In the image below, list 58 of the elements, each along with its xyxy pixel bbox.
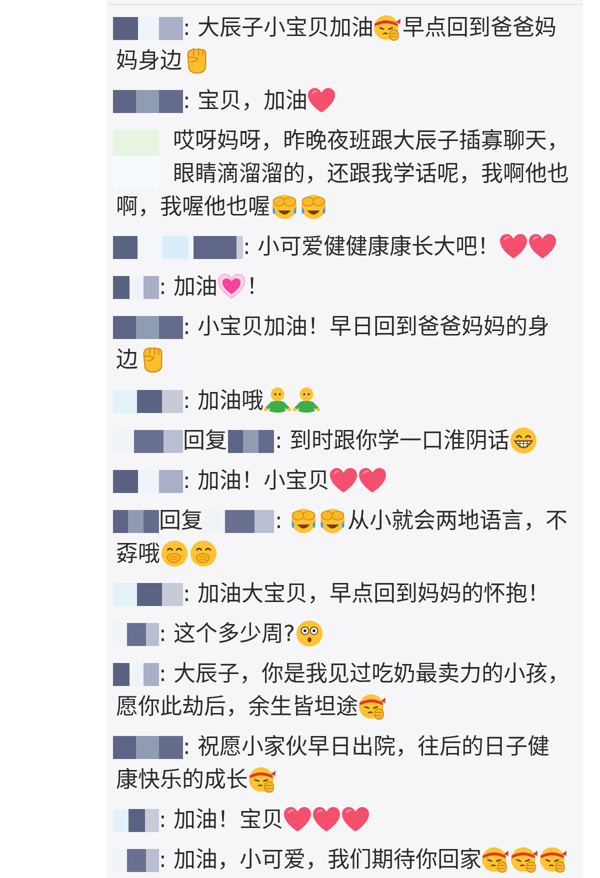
comment-text: : 祝愿小家伙早日出院，往后的日子健康快乐的成长 <box>116 731 571 798</box>
heart-icon <box>342 806 370 834</box>
comment-text: : 宝贝，加油 <box>116 85 571 118</box>
comment-text: 哎呀妈呀，昨晚夜班跟大辰子插寡聊天，眼睛滴溜溜的，还跟我学话呢，我啊他也啊，我喔他也喔 <box>116 125 571 224</box>
comment-text: 回复 : 从小就会两地语言，不孬哦 <box>116 504 571 571</box>
comment-text: 回复 : 到时跟你学一口淮阴话 <box>116 424 571 458</box>
pixelated-username <box>113 430 183 453</box>
comment-text: : 加油！宝贝 <box>116 804 571 838</box>
comment-text: : 加油 ！ <box>116 271 571 304</box>
headband-face-icon <box>540 846 568 874</box>
pixelated-username <box>113 130 159 188</box>
headband-face-icon <box>249 766 276 794</box>
pixelated-username <box>113 663 159 686</box>
grinning-face-icon <box>510 426 538 454</box>
comment-text: : 这个多少周? <box>116 618 571 652</box>
heart-icon <box>308 87 336 114</box>
pixelated-username <box>113 623 159 646</box>
comment-text: : 大辰子，你是我见过吃奶最卖力的小孩，愿你此劫后，余生皆坦途 <box>116 658 571 724</box>
pixelated-username <box>113 17 183 40</box>
pixelated-username <box>113 316 183 340</box>
heart-icon <box>359 466 386 494</box>
pixelated-username <box>228 430 274 453</box>
headband-face-icon <box>511 846 538 874</box>
pixelated-username <box>113 809 159 832</box>
heart-icon <box>500 233 528 260</box>
pixelated-username <box>113 849 159 872</box>
comment-text: : 加油哦 <box>116 384 571 418</box>
pixelated-username <box>113 510 159 533</box>
heart-icon <box>284 806 312 834</box>
comment-text: : 加油大宝贝，早点回到妈妈的怀抱！ <box>116 578 571 611</box>
pixelated-username <box>113 470 183 493</box>
hand-over-mouth-face-icon <box>161 540 188 567</box>
face-with-hands-icon <box>271 193 298 220</box>
headband-face-icon <box>359 693 386 720</box>
pixelated-username <box>113 736 183 760</box>
face-with-hands-icon <box>319 506 346 534</box>
pixelated-username <box>113 90 183 114</box>
open-arms-figure-icon <box>293 386 320 414</box>
glowing-heart-icon <box>218 273 246 300</box>
comment-text: : 小宝贝加油！早日回到爸爸妈妈的身边 <box>116 311 571 378</box>
heart-icon <box>313 806 340 834</box>
pixelated-username <box>113 582 183 606</box>
open-arms-figure-icon <box>264 386 292 414</box>
pixelated-username <box>204 510 274 533</box>
hand-over-mouth-face-icon <box>190 540 217 567</box>
heart-icon <box>529 233 556 260</box>
pixelated-username <box>113 276 159 300</box>
wide-eyed-face-icon <box>296 620 324 648</box>
comment-text: : 大辰子小宝贝加油 早点回到爸爸妈妈身边 <box>116 12 571 78</box>
headband-face-icon <box>482 846 510 874</box>
face-with-hands-icon <box>290 506 318 534</box>
comment-text: : 加油，小可爱，我们期待你回家 <box>116 844 571 878</box>
face-with-hands-icon <box>300 193 327 220</box>
pixelated-username <box>113 390 183 413</box>
heart-icon <box>330 466 358 494</box>
comment-text: : 加油！小宝贝 <box>116 464 571 498</box>
headband-face-icon <box>374 14 402 41</box>
comment-text: : 小可爱健健康康长大吧！ <box>116 231 571 264</box>
